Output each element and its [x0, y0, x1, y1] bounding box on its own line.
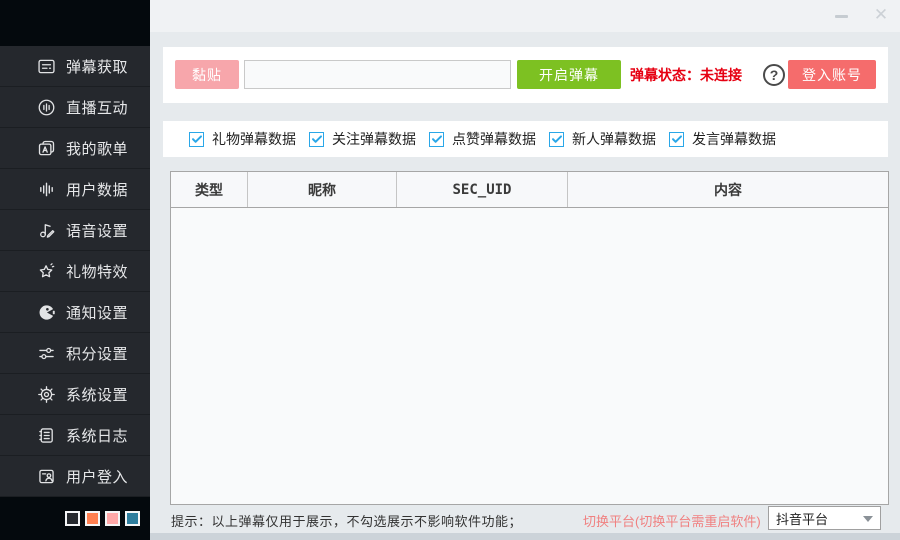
live-interact-icon — [35, 96, 57, 118]
checkbox-checked-icon[interactable] — [549, 132, 564, 147]
sidebar-item-danmaku[interactable]: 弹幕获取 — [0, 46, 150, 87]
column-header-nickname: 昵称 — [248, 172, 397, 207]
connection-panel: 黏贴 开启弹幕 弹幕状态： 未连接 ? 登入账号 — [163, 47, 888, 103]
sidebar-item-user-data[interactable]: 用户数据 — [0, 169, 150, 210]
sidebar-header — [0, 0, 150, 46]
column-header-content: 内容 — [568, 172, 888, 207]
notify-settings-icon — [35, 301, 57, 323]
sidebar-item-label: 直播互动 — [66, 97, 128, 118]
sidebar-item-user-login[interactable]: 用户登入 — [0, 456, 150, 497]
help-icon[interactable]: ? — [763, 64, 785, 86]
app-window: 弹幕获取 直播互动 我的歌单 用户数据 — [0, 0, 900, 540]
chevron-down-icon — [863, 516, 873, 522]
close-icon[interactable]: ✕ — [870, 4, 892, 26]
gear-icon — [35, 383, 57, 405]
theme-swatch-dark[interactable] — [65, 511, 80, 526]
sidebar: 弹幕获取 直播互动 我的歌单 用户数据 — [0, 0, 150, 540]
sidebar-item-label: 通知设置 — [66, 302, 128, 323]
filter-label: 新人弹幕数据 — [572, 129, 656, 149]
voice-settings-icon — [35, 219, 57, 241]
theme-swatch-pink[interactable] — [105, 511, 120, 526]
column-header-sec-uid: SEC_UID — [397, 172, 568, 207]
login-account-button[interactable]: 登入账号 — [788, 60, 876, 89]
switch-platform-link[interactable]: 切换平台(切换平台需重启软件) — [583, 511, 761, 530]
sidebar-item-playlist[interactable]: 我的歌单 — [0, 128, 150, 169]
sidebar-item-label: 系统设置 — [66, 384, 128, 405]
titlebar — [150, 0, 900, 32]
sidebar-item-system-log[interactable]: 系统日志 — [0, 415, 150, 456]
main-area: ✕ 黏贴 开启弹幕 弹幕状态： 未连接 ? 登入账号 礼物弹幕数据 关注弹幕数据 — [150, 0, 900, 540]
checkbox-checked-icon[interactable] — [429, 132, 444, 147]
filter-panel: 礼物弹幕数据 关注弹幕数据 点赞弹幕数据 新人弹幕数据 发言弹幕数据 — [163, 121, 888, 157]
filter-label: 发言弹幕数据 — [692, 129, 776, 149]
window-bottom-edge — [150, 533, 900, 540]
sidebar-item-label: 礼物特效 — [66, 261, 128, 282]
filter-label: 礼物弹幕数据 — [212, 129, 296, 149]
sidebar-item-label: 用户数据 — [66, 179, 128, 200]
playlist-icon — [35, 137, 57, 159]
filter-chat-danmaku[interactable]: 发言弹幕数据 — [669, 129, 776, 149]
gift-effect-icon — [35, 260, 57, 282]
column-header-type: 类型 — [171, 172, 248, 207]
start-danmaku-button[interactable]: 开启弹幕 — [517, 60, 621, 89]
platform-select[interactable]: 抖音平台 — [768, 506, 881, 530]
sidebar-item-system-settings[interactable]: 系统设置 — [0, 374, 150, 415]
table-body-empty — [171, 208, 888, 505]
checkbox-checked-icon[interactable] — [189, 132, 204, 147]
sidebar-nav: 弹幕获取 直播互动 我的歌单 用户数据 — [0, 46, 150, 497]
sidebar-item-notify-settings[interactable]: 通知设置 — [0, 292, 150, 333]
status-label: 弹幕状态： — [630, 65, 700, 85]
table-header-row: 类型 昵称 SEC_UID 内容 — [171, 172, 888, 208]
theme-swatch-teal[interactable] — [125, 511, 140, 526]
sidebar-item-label: 系统日志 — [66, 425, 128, 446]
user-data-icon — [35, 178, 57, 200]
checkbox-checked-icon[interactable] — [669, 132, 684, 147]
filter-label: 点赞弹幕数据 — [452, 129, 536, 149]
filter-newcomer-danmaku[interactable]: 新人弹幕数据 — [549, 129, 656, 149]
sidebar-item-label: 用户登入 — [66, 466, 128, 487]
sidebar-item-gift-effect[interactable]: 礼物特效 — [0, 251, 150, 292]
filter-like-danmaku[interactable]: 点赞弹幕数据 — [429, 129, 536, 149]
filter-follow-danmaku[interactable]: 关注弹幕数据 — [309, 129, 416, 149]
checkbox-checked-icon[interactable] — [309, 132, 324, 147]
danmaku-table: 类型 昵称 SEC_UID 内容 — [170, 171, 889, 505]
filter-label: 关注弹幕数据 — [332, 129, 416, 149]
user-login-icon — [35, 465, 57, 487]
theme-swatch-orange[interactable] — [85, 511, 100, 526]
danmaku-icon — [35, 55, 57, 77]
status-value: 未连接 — [700, 65, 742, 85]
minimize-icon[interactable] — [835, 15, 848, 18]
sidebar-item-live-interact[interactable]: 直播互动 — [0, 87, 150, 128]
sidebar-item-voice-settings[interactable]: 语音设置 — [0, 210, 150, 251]
sidebar-item-label: 弹幕获取 — [66, 56, 128, 77]
footer-hint-text: 提示：以上弹幕仅用于展示，不勾选展示不影响软件功能； — [171, 511, 522, 530]
system-log-icon — [35, 424, 57, 446]
sidebar-item-points-settings[interactable]: 积分设置 — [0, 333, 150, 374]
paste-button[interactable]: 黏贴 — [175, 60, 239, 89]
points-settings-icon — [35, 342, 57, 364]
filter-gift-danmaku[interactable]: 礼物弹幕数据 — [189, 129, 296, 149]
danmaku-status: 弹幕状态： 未连接 — [630, 47, 742, 103]
sidebar-item-label: 积分设置 — [66, 343, 128, 364]
sidebar-item-label: 语音设置 — [66, 220, 128, 241]
room-url-input[interactable] — [244, 60, 511, 89]
theme-swatch-bar — [0, 497, 150, 540]
sidebar-item-label: 我的歌单 — [66, 138, 128, 159]
platform-selected-value: 抖音平台 — [776, 509, 828, 528]
